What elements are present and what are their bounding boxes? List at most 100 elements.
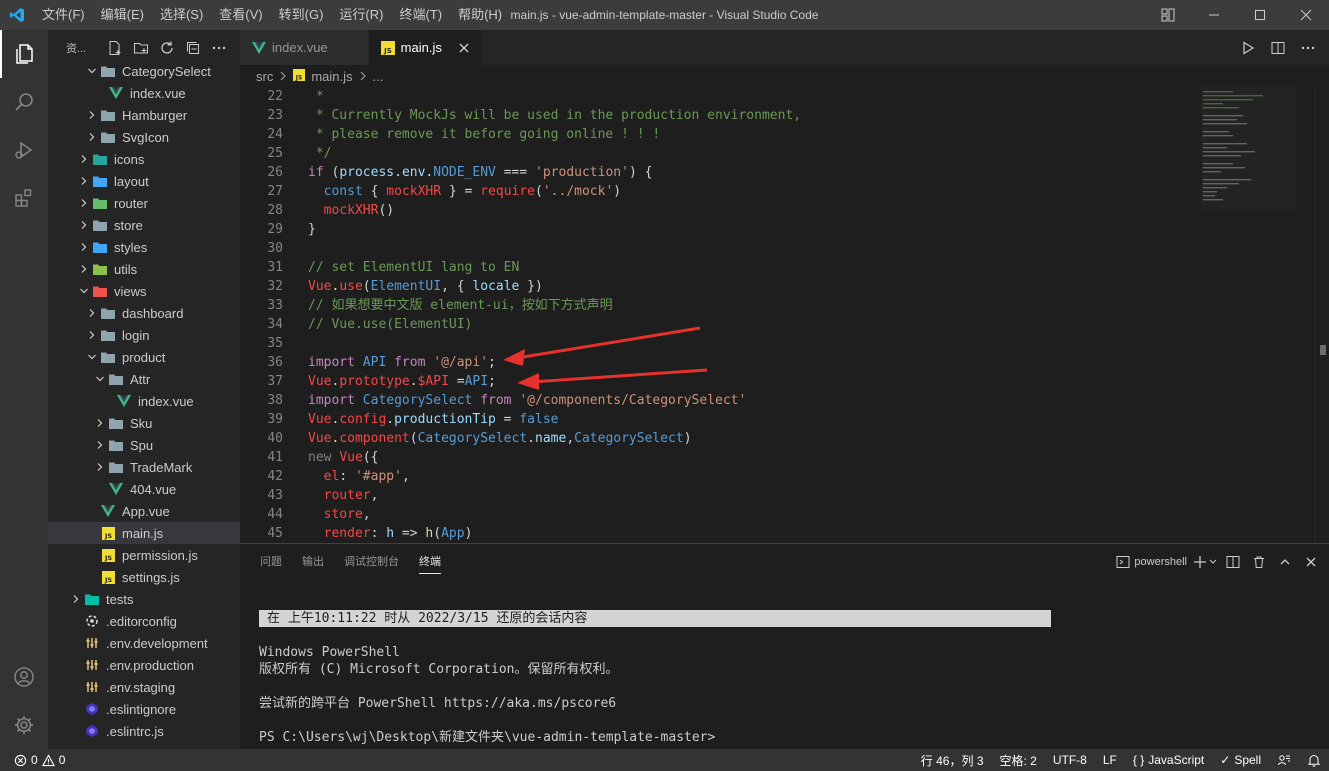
tree-folder[interactable]: Sku	[48, 412, 240, 434]
search-icon[interactable]	[0, 78, 48, 126]
chevron-down-icon[interactable]	[84, 63, 100, 79]
tree-folder[interactable]: tests	[48, 588, 240, 610]
menu-item[interactable]: 运行(R)	[331, 0, 391, 30]
code-view[interactable]: 22 * 23 * Currently MockJs will be used i…	[240, 87, 1329, 543]
tree-file[interactable]: .editorconfig	[48, 610, 240, 632]
close-window-button[interactable]	[1283, 0, 1329, 30]
tree-folder[interactable]: utils	[48, 258, 240, 280]
tab-main-js[interactable]: JS main.js	[368, 30, 483, 65]
new-folder-icon[interactable]	[130, 37, 152, 59]
run-debug-icon[interactable]	[0, 126, 48, 174]
tree-folder[interactable]: product	[48, 346, 240, 368]
tree-folder[interactable]: SvgIcon	[48, 126, 240, 148]
maximize-button[interactable]	[1237, 0, 1283, 30]
menu-item[interactable]: 帮助(H)	[450, 0, 510, 30]
chevron-right-icon[interactable]	[92, 437, 108, 453]
menu-item[interactable]: 文件(F)	[34, 0, 93, 30]
terminal-output[interactable]: 在 上午10:11:22 时从 2022/3/15 还原的会话内容 Window…	[259, 610, 1051, 746]
breadcrumb-folder[interactable]: src	[256, 69, 273, 84]
more-icon[interactable]	[1295, 35, 1321, 61]
chevron-right-icon[interactable]	[76, 151, 92, 167]
menu-item[interactable]: 查看(V)	[211, 0, 270, 30]
tree-file[interactable]: index.vue	[48, 390, 240, 412]
tree-folder[interactable]: Spu	[48, 434, 240, 456]
chevron-right-icon[interactable]	[84, 129, 100, 145]
notifications-bell-icon[interactable]	[1299, 749, 1329, 771]
chevron-right-icon[interactable]	[84, 107, 100, 123]
minimize-button[interactable]	[1191, 0, 1237, 30]
chevron-right-icon[interactable]	[76, 217, 92, 233]
split-editor-icon[interactable]	[1265, 35, 1291, 61]
tree-file[interactable]: index.vue	[48, 82, 240, 104]
collapse-all-icon[interactable]	[182, 37, 204, 59]
spell-check[interactable]: ✓ Spell	[1212, 749, 1269, 771]
tab-problems[interactable]: 问题	[250, 544, 292, 580]
tree-file[interactable]: JS permission.js	[48, 544, 240, 566]
tab-index-vue[interactable]: index.vue	[240, 30, 369, 65]
tree-file[interactable]: App.vue	[48, 500, 240, 522]
more-actions-icon[interactable]	[208, 37, 230, 59]
chevron-down-icon[interactable]	[76, 283, 92, 299]
indentation[interactable]: 空格: 2	[992, 749, 1045, 771]
tree-file[interactable]: .env.production	[48, 654, 240, 676]
tree-folder[interactable]: views	[48, 280, 240, 302]
problems-indicator[interactable]: 0 0	[0, 753, 65, 767]
new-file-icon[interactable]	[104, 37, 126, 59]
menu-item[interactable]: 转到(G)	[271, 0, 332, 30]
tree-folder[interactable]: login	[48, 324, 240, 346]
close-panel-icon[interactable]	[1301, 551, 1321, 573]
extensions-icon[interactable]	[0, 174, 48, 222]
chevron-right-icon[interactable]	[68, 591, 84, 607]
chevron-right-icon[interactable]	[76, 195, 92, 211]
tree-folder[interactable]: TradeMark	[48, 456, 240, 478]
maximize-panel-icon[interactable]	[1275, 551, 1295, 573]
chevron-right-icon[interactable]	[76, 261, 92, 277]
breadcrumb-file[interactable]: main.js	[311, 69, 352, 84]
tree-folder[interactable]: router	[48, 192, 240, 214]
chevron-right-icon[interactable]	[92, 415, 108, 431]
chevron-right-icon[interactable]	[92, 459, 108, 475]
chevron-right-icon[interactable]	[84, 305, 100, 321]
language-mode[interactable]: { } JavaScript	[1125, 749, 1212, 771]
minimap[interactable]	[1201, 87, 1297, 211]
tree-folder[interactable]: styles	[48, 236, 240, 258]
tree-folder[interactable]: Attr	[48, 368, 240, 390]
tab-debug-console[interactable]: 调试控制台	[334, 544, 409, 580]
run-icon[interactable]	[1235, 35, 1261, 61]
encoding[interactable]: UTF-8	[1045, 749, 1095, 771]
layout-icon[interactable]	[1145, 0, 1191, 30]
scrollbar-thumb[interactable]	[1320, 345, 1326, 355]
menu-item[interactable]: 选择(S)	[152, 0, 211, 30]
explorer-icon[interactable]	[0, 30, 48, 78]
chevron-right-icon[interactable]	[84, 327, 100, 343]
feedback-icon[interactable]	[1269, 749, 1299, 771]
trash-icon[interactable]	[1249, 551, 1269, 573]
terminal-selector[interactable]: powershell	[1116, 551, 1187, 573]
chevron-right-icon[interactable]	[76, 239, 92, 255]
tree-file[interactable]: .env.staging	[48, 676, 240, 698]
tree-folder[interactable]: dashboard	[48, 302, 240, 324]
tree-file[interactable]: 404.vue	[48, 478, 240, 500]
new-terminal-button[interactable]	[1193, 551, 1217, 573]
chevron-down-icon[interactable]	[92, 371, 108, 387]
menu-item[interactable]: 编辑(E)	[93, 0, 152, 30]
cursor-position[interactable]: 行 46，列 3	[913, 749, 992, 771]
close-icon[interactable]	[456, 40, 472, 56]
refresh-icon[interactable]	[156, 37, 178, 59]
chevron-down-icon[interactable]	[84, 349, 100, 365]
tab-output[interactable]: 输出	[292, 544, 334, 580]
tree-file[interactable]: .env.development	[48, 632, 240, 654]
tree-folder[interactable]: store	[48, 214, 240, 236]
tab-terminal[interactable]: 终端	[409, 544, 451, 580]
tree-folder[interactable]: icons	[48, 148, 240, 170]
tree-folder[interactable]: CategorySelect	[48, 60, 240, 82]
tree-file[interactable]: JS main.js	[48, 522, 240, 544]
chevron-right-icon[interactable]	[76, 173, 92, 189]
menu-item[interactable]: 终端(T)	[391, 0, 450, 30]
settings-gear-icon[interactable]	[0, 701, 48, 749]
editor-scrollbar[interactable]	[1315, 87, 1329, 543]
tree-file[interactable]: JS settings.js	[48, 566, 240, 588]
account-icon[interactable]	[0, 653, 48, 701]
tree-folder[interactable]: layout	[48, 170, 240, 192]
tree-folder[interactable]: Hamburger	[48, 104, 240, 126]
